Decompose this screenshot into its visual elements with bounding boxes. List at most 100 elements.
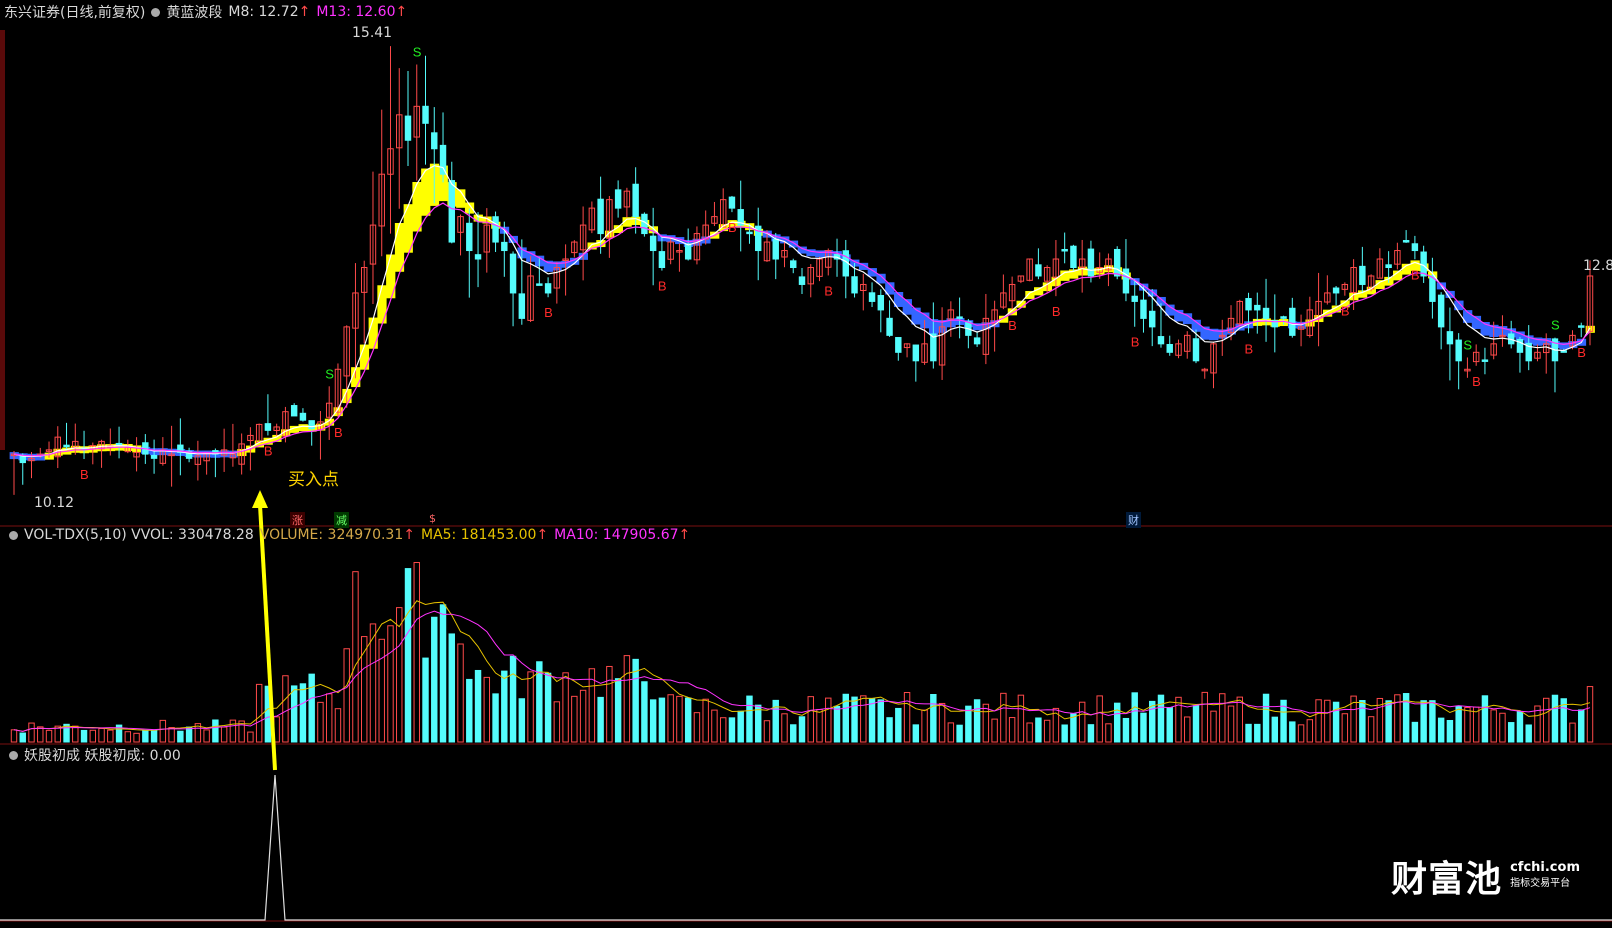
volume-header: VOL-TDX(5,10) VVOL: 330478.28 VOLUME: 32… [9, 527, 690, 543]
volume-bar [1446, 719, 1454, 743]
volume-bar [1254, 723, 1261, 743]
candle-body [1140, 299, 1147, 319]
volume-bar [614, 678, 622, 743]
volume-bar [1429, 700, 1436, 743]
volume-bar [474, 669, 482, 743]
volume-bar [544, 672, 552, 743]
candle-body [798, 276, 806, 285]
volume-bar [1166, 707, 1173, 743]
volume-bar [501, 670, 508, 743]
event-marker-rise[interactable]: 涨 [290, 512, 305, 528]
candle-body [746, 231, 753, 235]
volume-bar [798, 716, 806, 743]
candle-body [115, 442, 123, 446]
volume-bar [1516, 710, 1524, 743]
volume-title: VOL-TDX(5,10) VVOL: 330478.28 [24, 527, 254, 543]
candle-body [63, 444, 70, 448]
candle-body [1254, 304, 1261, 311]
volume-bar [448, 633, 455, 743]
volume-bar [422, 657, 429, 743]
buy-signal-marker: B [1008, 318, 1017, 333]
candle-body [597, 198, 604, 235]
band-block [359, 344, 370, 370]
indicator-panel-toggle-icon[interactable] [9, 750, 18, 760]
band-block [377, 285, 387, 324]
candle-body [474, 254, 482, 260]
volume-bar [895, 707, 902, 743]
event-marker-reduce[interactable]: 减 [334, 512, 349, 528]
candle-body [422, 105, 429, 124]
up-arrow-icon: ↑ [536, 527, 549, 543]
candle-body [536, 283, 543, 286]
volume-bar [912, 724, 920, 743]
indicator-toggle-icon[interactable] [151, 7, 161, 17]
volume-toggle-icon[interactable] [9, 530, 18, 540]
candle-body [728, 196, 736, 209]
volume-bar [299, 683, 307, 743]
volume-bar [868, 698, 876, 743]
volume-bar [1359, 700, 1366, 743]
chart-stage: B B B B B B B B B B B B B B B S S S S 东兴证券(日线,前复权) 黄蓝波段 M8… [0, 0, 1612, 924]
watermark-brand: 财富池 [1391, 859, 1503, 900]
volume-bar [19, 732, 26, 743]
candle-body [1113, 248, 1121, 277]
volume-bar [1507, 722, 1515, 743]
event-marker-dollar[interactable]: $ [429, 512, 436, 525]
candle-body [1420, 251, 1427, 277]
m8-label: M8: 12.72 [228, 4, 299, 20]
volume-bar [1157, 694, 1165, 743]
candle-body [501, 241, 508, 252]
volume-bar [1437, 717, 1445, 743]
band-block [298, 424, 308, 432]
event-marker-finance[interactable]: 财 [1126, 512, 1141, 528]
candle-body [1481, 359, 1489, 362]
candle-body [1411, 243, 1419, 252]
candle-body [877, 294, 885, 311]
chart-svg: B B B B B B B B B B B B B B B S S S S [0, 0, 1612, 924]
sell-signal-marker: S [1463, 337, 1472, 352]
volume-bar [684, 697, 692, 743]
candle-body [649, 235, 657, 252]
volume-bar [641, 681, 648, 743]
volume-bar [1140, 712, 1147, 743]
watermark-side: cfchi.com 指标交易平台 [1510, 860, 1580, 892]
volume-bar [1332, 701, 1340, 743]
buy-signal-marker: B [1052, 304, 1061, 319]
buy-signal-marker: B [1341, 304, 1350, 319]
volume-bar [150, 729, 158, 743]
volume-bar [658, 697, 666, 743]
band-block [412, 181, 422, 232]
candle-body [1035, 264, 1042, 277]
volume-bar [1525, 724, 1532, 743]
candle-body [1245, 298, 1252, 311]
band-block [394, 223, 405, 272]
left-scale-strip [0, 30, 5, 450]
buy-signal-marker: B [824, 283, 833, 298]
candle-body [1192, 338, 1200, 362]
ma5-value: MA5: 181453.00 [420, 527, 537, 543]
candle-body [1437, 294, 1445, 328]
volume-bar [886, 717, 893, 743]
up-arrow-icon: ↑ [678, 527, 691, 543]
volume-bar [1289, 721, 1296, 743]
candle-body [466, 222, 473, 252]
volume-bar [308, 673, 315, 743]
volume-bar [439, 604, 447, 743]
price-header: 东兴证券(日线,前复权) 黄蓝波段 M8: 12.72 ↑ M13: 12.60 ↑ [4, 2, 407, 22]
candle-body [895, 337, 902, 353]
indicator-name: 黄蓝波段 [166, 5, 223, 21]
candle-body [1429, 275, 1436, 302]
volume-bar [212, 719, 219, 743]
candle-body [308, 420, 315, 430]
watermark-tagline: 指标交易平台 [1510, 878, 1571, 889]
volume-bar [466, 678, 473, 743]
candle-body [439, 144, 447, 175]
candle-body [632, 183, 639, 218]
volume-bar [142, 730, 149, 743]
sell-signal-marker: S [413, 45, 422, 60]
candle-body [1262, 307, 1270, 319]
sell-signal-marker: S [1551, 318, 1560, 333]
volume-bar [930, 694, 937, 743]
candle-body [1359, 265, 1366, 285]
candle-body [973, 337, 981, 345]
